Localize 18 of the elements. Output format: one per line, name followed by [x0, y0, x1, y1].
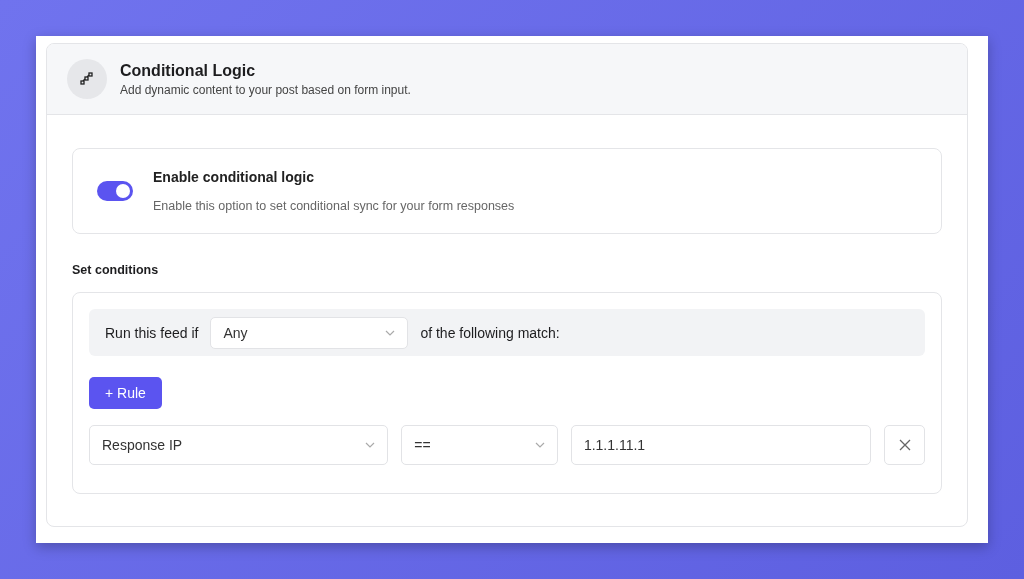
match-prefix: Run this feed if	[105, 324, 199, 341]
toggle-label: Enable conditional logic	[153, 169, 315, 185]
card-subtitle: Add dynamic content to your post based on form input.	[120, 82, 411, 97]
section-title: Set conditions	[72, 263, 160, 277]
chevron-down-icon	[534, 442, 545, 448]
toggle-switch[interactable]	[97, 181, 133, 201]
add-rule-button[interactable]: + Rule	[89, 377, 162, 409]
operator-select[interactable]: ==	[401, 425, 558, 465]
close-icon	[898, 439, 911, 451]
flow-icon	[67, 59, 107, 99]
card-title: Conditional Logic	[120, 61, 257, 80]
field-select[interactable]: Response IP	[89, 425, 389, 465]
chevron-down-icon	[385, 329, 396, 336]
match-select[interactable]: Any	[210, 316, 409, 349]
toggle-description: Enable this option to set conditional sync for your form responses	[153, 199, 515, 213]
chevron-down-icon	[365, 442, 376, 448]
value-field[interactable]: 1.1.1.11.1	[570, 425, 872, 465]
match-suffix: of the following match:	[420, 324, 560, 341]
